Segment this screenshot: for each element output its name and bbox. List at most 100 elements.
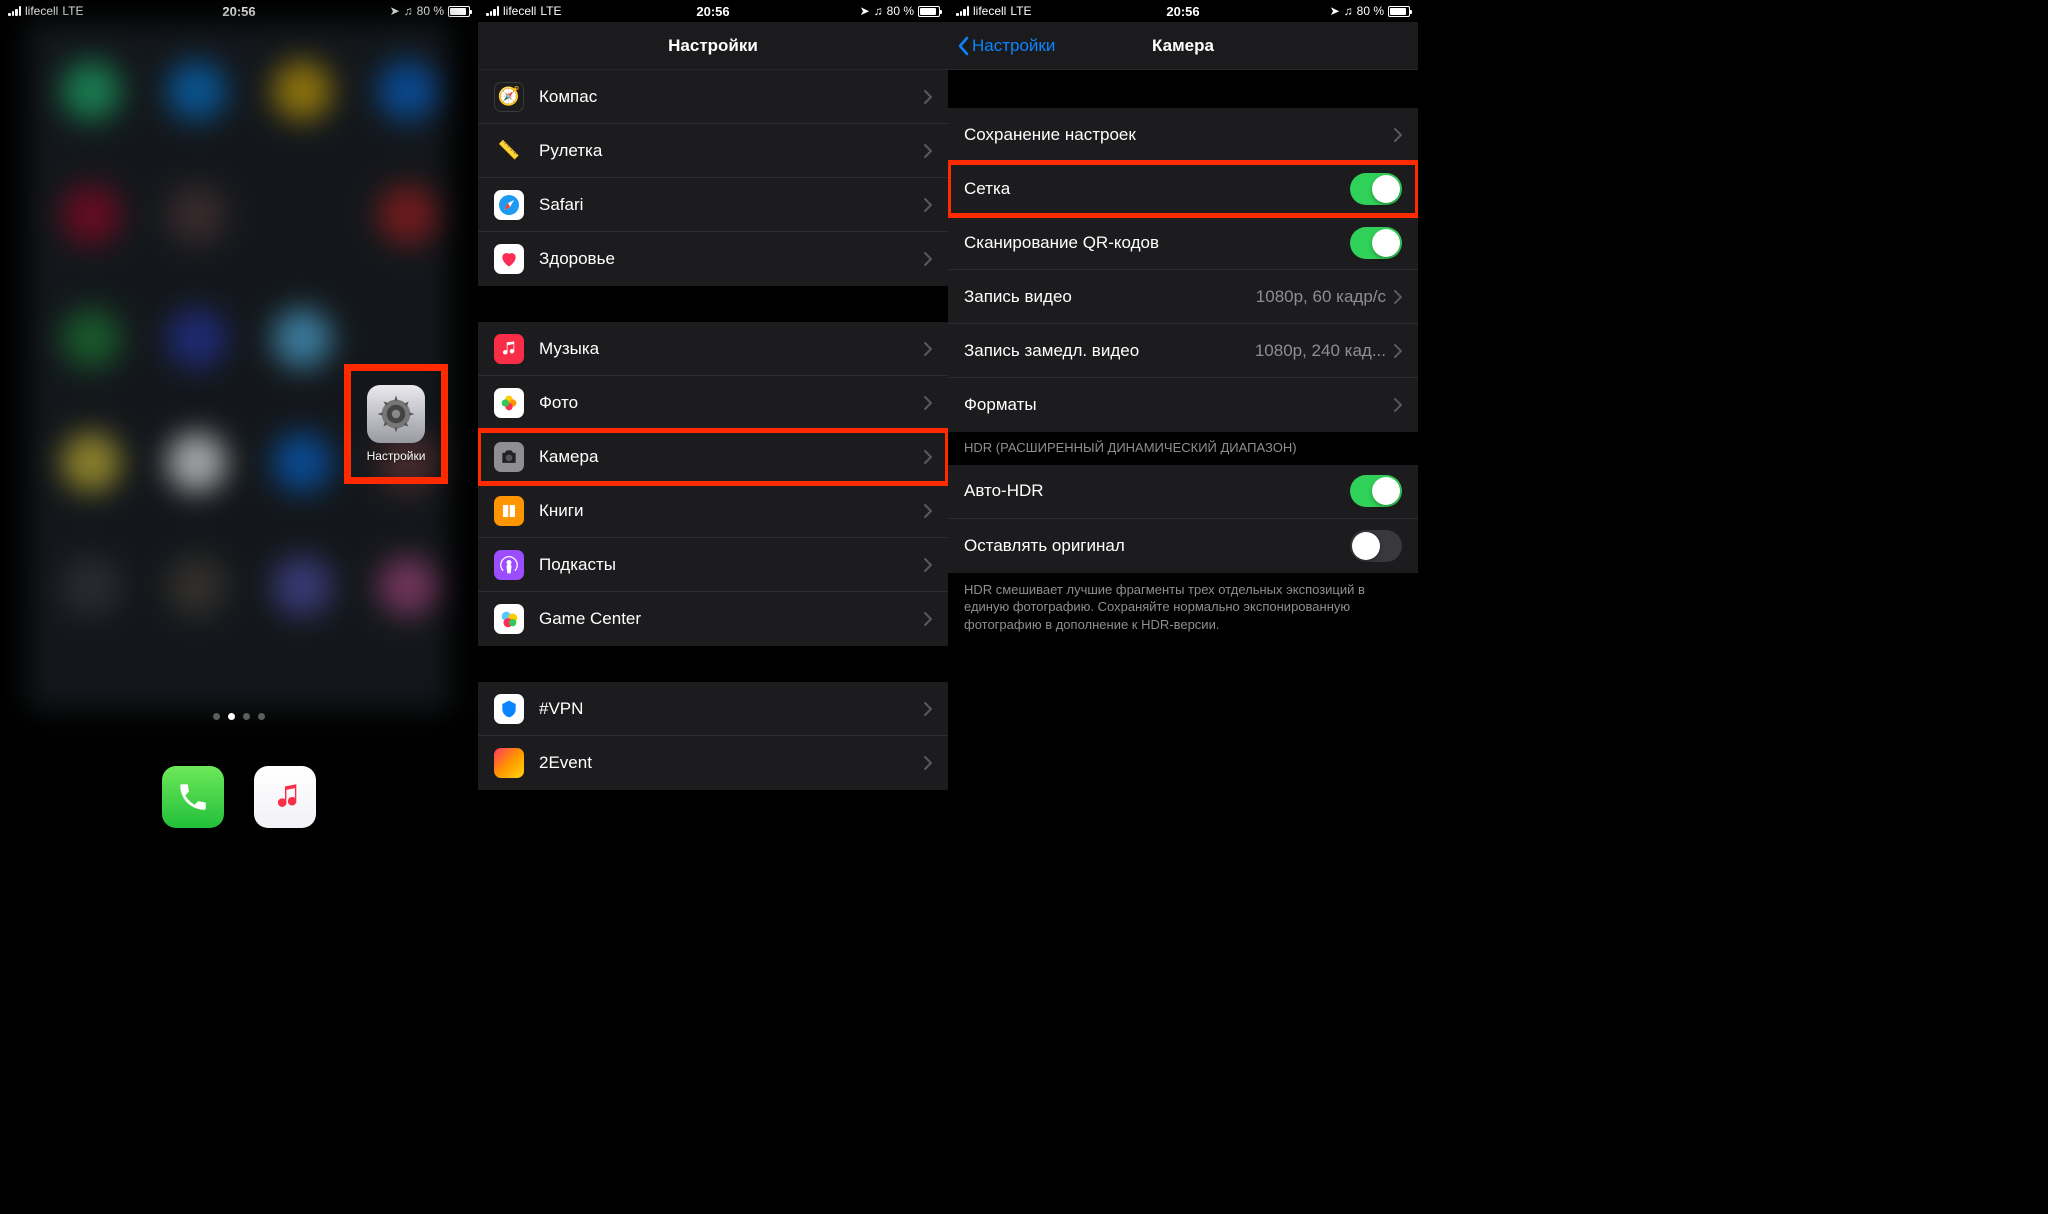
settings-root-screen: lifecell LTE 20:56 ➤ ♫ 80 % Настройки 🧭 …	[478, 0, 948, 840]
nav-header: Настройки	[478, 22, 948, 70]
row-label: Сканирование QR-кодов	[964, 233, 1350, 253]
carrier-label: lifecell	[25, 4, 58, 18]
status-time: 20:56	[696, 4, 729, 19]
row-label: Рулетка	[539, 141, 924, 161]
hdr-footer-text: HDR смешивает лучшие фрагменты трех отде…	[948, 573, 1418, 650]
settings-app-label: Настройки	[367, 449, 426, 463]
vpn-app-icon	[494, 694, 524, 724]
row-label: Книги	[539, 501, 924, 521]
row-record-slomo[interactable]: Запись замедл. видео 1080p, 240 кад...	[948, 324, 1418, 378]
row-keep-original[interactable]: Оставлять оригинал	[948, 519, 1418, 573]
battery-icon	[918, 6, 940, 17]
row-label: Компас	[539, 87, 924, 107]
settings-row-books[interactable]: Книги	[478, 484, 948, 538]
row-formats[interactable]: Форматы	[948, 378, 1418, 432]
back-button[interactable]: Настройки	[956, 36, 1055, 56]
dock	[0, 766, 478, 828]
row-grid[interactable]: Сетка	[948, 162, 1418, 216]
phone-app-icon[interactable]	[162, 766, 224, 828]
battery-icon	[1388, 6, 1410, 17]
status-time: 20:56	[222, 4, 255, 19]
settings-row-gamecenter[interactable]: Game Center	[478, 592, 948, 646]
row-label: Сохранение настроек	[964, 125, 1394, 145]
chevron-right-icon	[924, 252, 932, 266]
settings-row-vpn[interactable]: #VPN	[478, 682, 948, 736]
row-label: Камера	[539, 447, 924, 467]
row-label: Запись замедл. видео	[964, 341, 1255, 361]
health-icon	[494, 244, 524, 274]
settings-row-ruler[interactable]: 📏 Рулетка	[478, 124, 948, 178]
carrier-label: lifecell	[503, 4, 536, 18]
chevron-right-icon	[924, 342, 932, 356]
status-bar: lifecell LTE 20:56 ➤ ♫ 80 %	[478, 0, 948, 22]
chevron-right-icon	[924, 144, 932, 158]
chevron-right-icon	[924, 450, 932, 464]
row-preserve-settings[interactable]: Сохранение настроек	[948, 108, 1418, 162]
settings-row-2event[interactable]: 2Event	[478, 736, 948, 790]
row-auto-hdr[interactable]: Авто-HDR	[948, 465, 1418, 519]
music-app-icon[interactable]	[254, 766, 316, 828]
status-bar: lifecell LTE 20:56 ➤ ♫ 80 %	[948, 0, 1418, 22]
ruler-icon: 📏	[494, 136, 524, 166]
row-label: Запись видео	[964, 287, 1256, 307]
chevron-right-icon	[1394, 344, 1402, 358]
chevron-right-icon	[924, 612, 932, 626]
grid-toggle[interactable]	[1350, 173, 1402, 205]
settings-row-compass[interactable]: 🧭 Компас	[478, 70, 948, 124]
chevron-right-icon	[1394, 398, 1402, 412]
row-label: Форматы	[964, 395, 1394, 415]
headphones-icon: ♫	[1344, 4, 1353, 18]
network-label: LTE	[540, 4, 561, 18]
keep-original-toggle[interactable]	[1350, 530, 1402, 562]
settings-row-camera[interactable]: Камера	[478, 430, 948, 484]
carrier-label: lifecell	[973, 4, 1006, 18]
row-scan-qr[interactable]: Сканирование QR-кодов	[948, 216, 1418, 270]
chevron-right-icon	[924, 702, 932, 716]
signal-icon	[486, 6, 499, 16]
nav-title: Камера	[1152, 36, 1214, 56]
compass-icon: 🧭	[494, 82, 524, 112]
hdr-section-header: HDR (РАСШИРЕННЫЙ ДИНАМИЧЕСКИЙ ДИАПАЗОН)	[948, 432, 1418, 465]
chevron-right-icon	[924, 396, 932, 410]
row-label: Фото	[539, 393, 924, 413]
camera-icon	[494, 442, 524, 472]
settings-row-photos[interactable]: Фото	[478, 376, 948, 430]
camera-settings-screen: lifecell LTE 20:56 ➤ ♫ 80 % Настройки Ка…	[948, 0, 1418, 840]
photos-icon	[494, 388, 524, 418]
safari-icon	[494, 190, 524, 220]
podcasts-icon	[494, 550, 524, 580]
row-label: Авто-HDR	[964, 481, 1350, 501]
qr-toggle[interactable]	[1350, 227, 1402, 259]
settings-app-icon[interactable]: Настройки	[346, 366, 446, 482]
row-record-video[interactable]: Запись видео 1080p, 60 кадр/с	[948, 270, 1418, 324]
battery-pct: 80 %	[1357, 4, 1384, 18]
row-value: 1080p, 240 кад...	[1255, 341, 1386, 361]
settings-row-health[interactable]: Здоровье	[478, 232, 948, 286]
status-time: 20:56	[1166, 4, 1199, 19]
back-label: Настройки	[972, 36, 1055, 56]
settings-row-podcasts[interactable]: Подкасты	[478, 538, 948, 592]
row-label: Здоровье	[539, 249, 924, 269]
settings-row-safari[interactable]: Safari	[478, 178, 948, 232]
chevron-right-icon	[924, 756, 932, 770]
network-label: LTE	[1010, 4, 1031, 18]
gear-icon	[367, 385, 425, 443]
headphones-icon: ♫	[404, 4, 413, 18]
row-label: 2Event	[539, 753, 924, 773]
auto-hdr-toggle[interactable]	[1350, 475, 1402, 507]
signal-icon	[956, 6, 969, 16]
signal-icon	[8, 6, 21, 16]
chevron-right-icon	[924, 504, 932, 518]
row-label: Оставлять оригинал	[964, 536, 1350, 556]
location-icon: ➤	[1330, 4, 1340, 18]
settings-row-music[interactable]: Музыка	[478, 322, 948, 376]
row-label: Game Center	[539, 609, 924, 629]
row-label: Сетка	[964, 179, 1350, 199]
network-label: LTE	[62, 4, 83, 18]
row-value: 1080p, 60 кадр/с	[1256, 287, 1386, 307]
row-label: Подкасты	[539, 555, 924, 575]
gamecenter-icon	[494, 604, 524, 634]
page-indicator[interactable]	[213, 713, 265, 720]
nav-header: Настройки Камера	[948, 22, 1418, 70]
books-icon	[494, 496, 524, 526]
